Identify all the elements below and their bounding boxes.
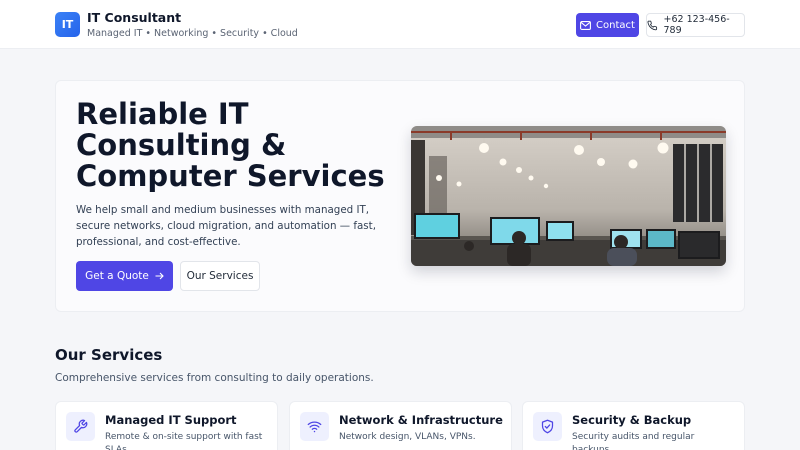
service-card-title: Security & Backup — [572, 413, 692, 427]
hero-section: Reliable IT Consulting & Computer Servic… — [55, 80, 745, 312]
wifi-icon — [300, 412, 329, 441]
service-card-managed-it[interactable]: Managed IT Support Remote & on-site supp… — [55, 401, 278, 450]
logo[interactable]: IT — [55, 12, 80, 37]
services-subtitle: Comprehensive services from consulting t… — [55, 372, 374, 384]
brand-tagline: Managed IT • Networking • Security • Clo… — [87, 28, 298, 39]
shield-icon — [533, 412, 562, 441]
phone-button-label: +62 123-456-789 — [663, 14, 730, 36]
service-card-security[interactable]: Security & Backup Security audits and re… — [522, 401, 745, 450]
wrench-icon — [66, 412, 95, 441]
our-services-button[interactable]: Our Services — [180, 261, 260, 291]
hero-description: We help small and medium businesses with… — [76, 204, 376, 248]
our-services-label: Our Services — [186, 270, 254, 282]
service-card-network[interactable]: Network & Infrastructure Network design,… — [289, 401, 512, 450]
arrow-right-icon — [155, 272, 164, 280]
phone-button[interactable]: +62 123-456-789 — [646, 13, 745, 37]
hero-title: Reliable IT Consulting & Computer Servic… — [76, 97, 385, 193]
service-card-description: Security audits and regular backups. — [572, 432, 695, 450]
contact-button[interactable]: Contact — [576, 13, 639, 37]
brand-title[interactable]: IT Consultant — [87, 10, 181, 25]
get-quote-button[interactable]: Get a Quote — [76, 261, 173, 291]
contact-button-label: Contact — [596, 19, 635, 31]
hero-image — [411, 126, 726, 266]
service-card-description: Network design, VLANs, VPNs. — [339, 432, 476, 442]
service-card-title: Managed IT Support — [105, 413, 237, 427]
phone-icon — [647, 20, 658, 30]
mail-icon — [580, 20, 591, 30]
services-title: Our Services — [55, 346, 163, 364]
service-card-title: Network & Infrastructure — [339, 413, 503, 427]
service-card-description: Remote & on-site support with fast SLAs. — [105, 432, 263, 450]
get-quote-label: Get a Quote — [85, 270, 149, 282]
site-header: IT IT Consultant Managed IT • Networking… — [0, 0, 800, 49]
